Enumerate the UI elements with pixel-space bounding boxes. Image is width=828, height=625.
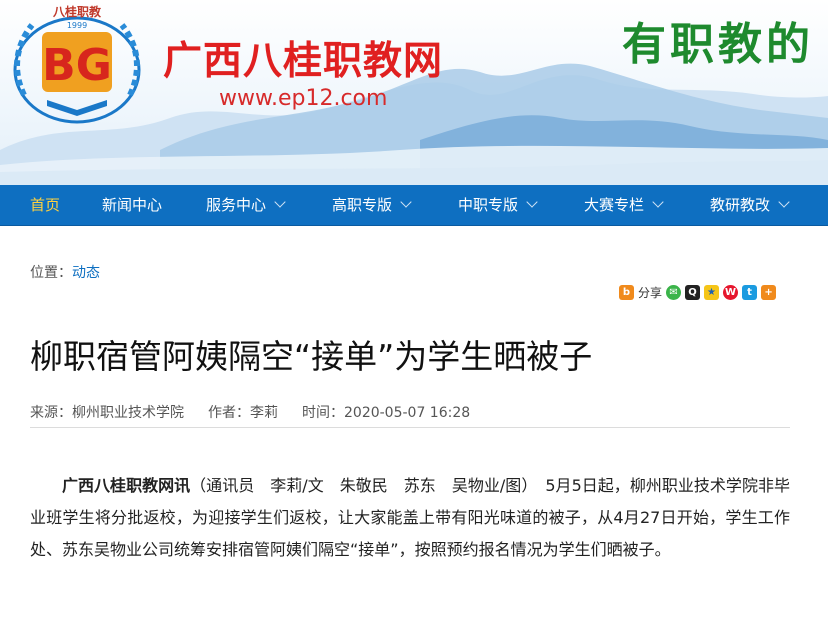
article-meta: 来源：柳州职业技术学院 作者：李莉 时间：2020-05-07 16:28: [30, 402, 494, 422]
breadcrumb-link[interactable]: 动态: [72, 265, 100, 281]
breadcrumb-prefix: 位置：: [30, 265, 72, 281]
breadcrumb: 位置：动态: [30, 262, 100, 282]
more-icon[interactable]: +: [761, 285, 777, 300]
nav-label: 教研教改: [710, 196, 771, 214]
nav-item-teaching-research[interactable]: 教研教改: [710, 185, 790, 225]
logo-mark: BG: [42, 40, 112, 91]
article-lead: 广西八桂职教网讯: [62, 476, 191, 495]
chevron-down-icon: [274, 196, 286, 208]
site-title: 广西八桂职教网: [163, 39, 444, 84]
share-bar: b 分享 ✉ Q ★ Wt +: [619, 284, 780, 302]
article-author: 作者：李莉: [208, 405, 278, 421]
share-label[interactable]: 分享: [638, 286, 662, 300]
site-header: BG 八桂职教 1999 广西八桂职教网 www.ep12.com 有职教的: [0, 0, 828, 185]
article-title: 柳职宿管阿姨隔空“接单”为学生晒被子: [30, 337, 593, 376]
logo-top-text: 八桂职教: [52, 4, 102, 19]
nav-item-news[interactable]: 新闻中心: [102, 185, 162, 225]
nav-item-competition[interactable]: 大赛专栏: [584, 185, 664, 225]
chevron-down-icon: [526, 196, 538, 208]
nav-label: 服务中心: [206, 196, 267, 214]
main-nav: 首页 新闻中心 服务中心 高职专版 中职专版 大赛专栏 教研教改: [0, 185, 828, 226]
article-source: 来源：柳州职业技术学院: [30, 405, 184, 421]
qq-icon[interactable]: Q: [685, 285, 701, 300]
site-logo[interactable]: BG 八桂职教 1999: [2, 0, 152, 130]
nav-label: 高职专版: [332, 196, 393, 214]
chevron-down-icon: [652, 196, 664, 208]
nav-item-secondary-vocational[interactable]: 中职专版: [458, 185, 538, 225]
chevron-down-icon: [778, 196, 790, 208]
divider: [30, 427, 790, 428]
chevron-down-icon: [400, 196, 412, 208]
qzone-icon[interactable]: ★: [704, 285, 720, 300]
wechat-icon[interactable]: ✉: [666, 285, 682, 300]
weibo-icon[interactable]: W: [723, 285, 739, 300]
nav-label: 中职专版: [458, 196, 519, 214]
nav-item-service[interactable]: 服务中心: [206, 185, 286, 225]
nav-label: 大赛专栏: [584, 196, 645, 214]
slogan: 有职教的: [622, 19, 814, 70]
share-b-icon[interactable]: b: [619, 285, 634, 300]
logo-year: 1999: [67, 21, 87, 30]
nav-item-higher-vocational[interactable]: 高职专版: [332, 185, 412, 225]
nav-label: 首页: [30, 196, 61, 214]
article-body: 广西八桂职教网讯（通讯员 李莉/文 朱敬民 苏东 吴物业/图） 5月5日起，柳州…: [30, 470, 790, 566]
tencent-icon[interactable]: t: [742, 285, 758, 300]
site-url: www.ep12.com: [219, 86, 388, 111]
nav-item-home[interactable]: 首页: [30, 185, 60, 225]
article-time: 时间：2020-05-07 16:28: [302, 405, 471, 421]
nav-label: 新闻中心: [102, 196, 163, 214]
